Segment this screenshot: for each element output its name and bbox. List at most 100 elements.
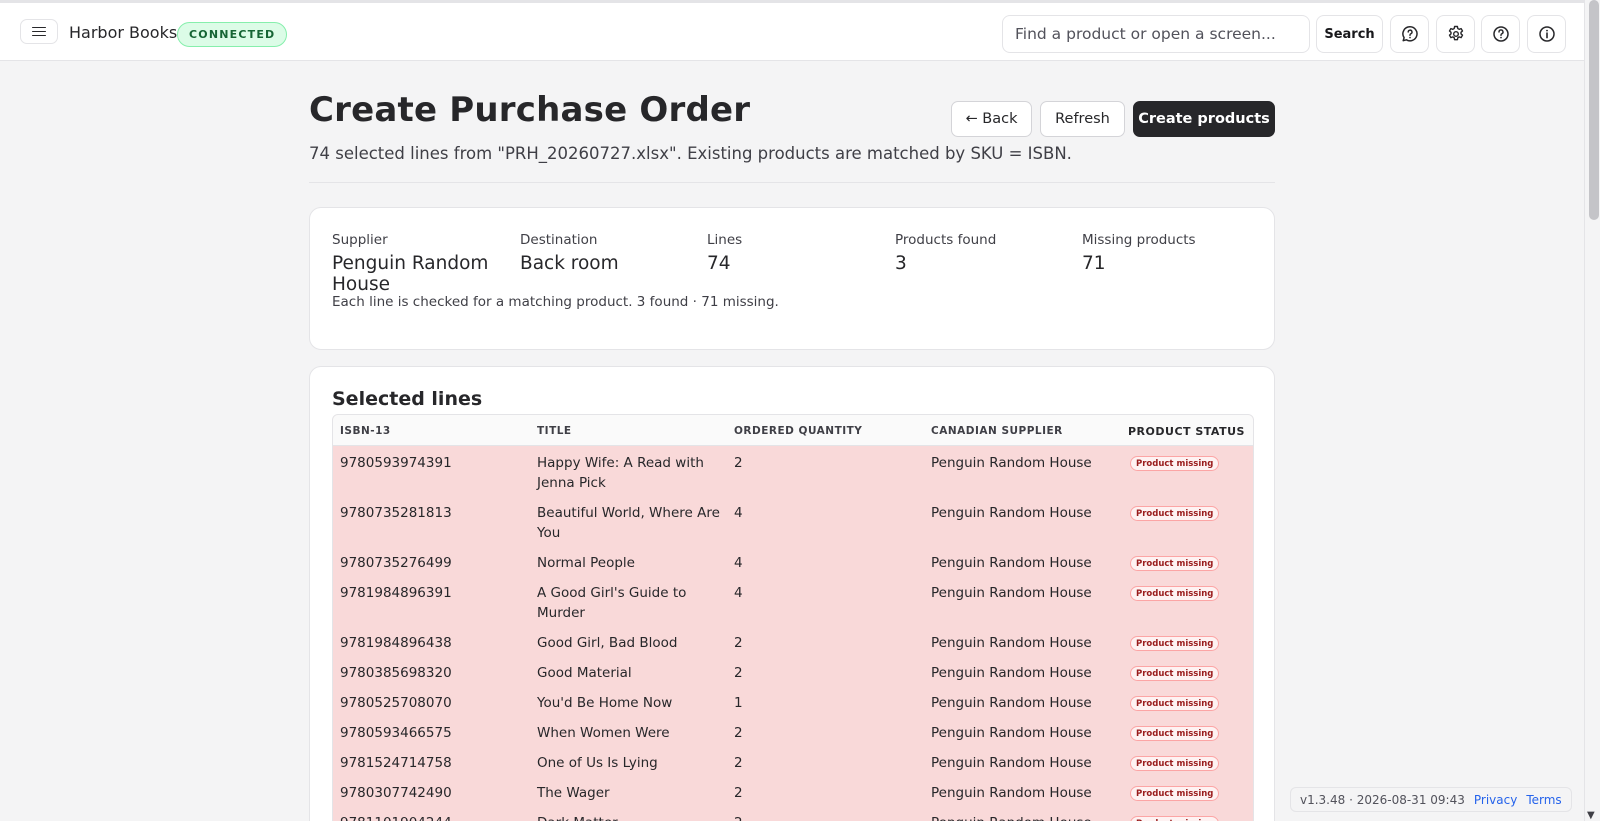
title-cell: Beautiful World, Where Are You — [537, 505, 720, 541]
title-cell: You'd Be Home Now — [537, 695, 673, 711]
isbn-cell: 9780307742490 — [340, 785, 452, 801]
settings-button[interactable] — [1436, 15, 1475, 53]
column-header-isbn[interactable]: ISBN-13 — [340, 425, 391, 437]
supplier-cell: Penguin Random House — [931, 695, 1092, 711]
terms-link[interactable]: Terms — [1526, 793, 1561, 807]
table-row[interactable]: 9780593974391 Happy Wife: A Read with Jen… — [333, 446, 1253, 496]
found-value: 3 — [895, 253, 907, 274]
product-missing-badge: Product missing — [1130, 816, 1220, 821]
help-button[interactable] — [1481, 15, 1520, 53]
title-cell: Good Material — [537, 665, 632, 681]
brand-name: Harbor Books — [69, 23, 178, 42]
create-products-button[interactable]: Create products — [1133, 101, 1275, 137]
selected-lines-table: ISBN-13 TITLE ORDERED QUANTITY CANADIAN … — [332, 414, 1254, 821]
ordered-quantity-cell: 2 — [734, 785, 743, 801]
product-missing-badge: Product missing — [1130, 756, 1220, 771]
supplier-cell: Penguin Random House — [931, 725, 1092, 741]
supplier-stat: Supplier Penguin Random House — [332, 232, 492, 295]
isbn-cell: 9780735276499 — [340, 555, 452, 571]
search-button[interactable]: Search — [1316, 15, 1383, 53]
scrollbar-thumb[interactable] — [1589, 0, 1599, 220]
version-info: v1.3.48 · 2026-08-31 09:43 — [1300, 792, 1465, 807]
title-cell: Happy Wife: A Read with Jenna Pick — [537, 455, 704, 491]
privacy-link[interactable]: Privacy — [1474, 793, 1517, 807]
product-missing-badge: Product missing — [1130, 786, 1220, 801]
ordered-quantity-cell: 2 — [734, 665, 743, 681]
supplier-cell: Penguin Random House — [931, 785, 1092, 801]
supplier-cell: Penguin Random House — [931, 755, 1092, 771]
table-row[interactable]: 9781984896438 Good Girl, Bad Blood 2 Pengui… — [333, 626, 1253, 656]
missing-value: 71 — [1082, 253, 1106, 274]
ordered-quantity-cell: 4 — [734, 585, 743, 601]
refresh-button[interactable]: Refresh — [1040, 101, 1125, 137]
product-missing-badge: Product missing — [1130, 726, 1220, 741]
page-title: Create Purchase Order — [309, 90, 751, 130]
column-header-product-status[interactable]: PRODUCT STATUS — [1128, 425, 1245, 438]
title-cell: Dark Matter — [537, 813, 727, 821]
menu-button[interactable] — [20, 19, 58, 44]
isbn-cell: 9780735281813 — [340, 505, 452, 521]
ordered-quantity-cell: 4 — [734, 505, 743, 521]
table-row[interactable]: 9780735276499 Normal People 4 Penguin Rando… — [333, 546, 1253, 576]
feedback-icon — [1401, 26, 1418, 42]
help-icon — [1492, 26, 1509, 42]
hamburger-icon — [32, 26, 46, 37]
table-row[interactable]: 9780525708070 You'd Be Home Now 1 Penguin R… — [333, 686, 1253, 716]
app-footer: v1.3.48 · 2026-08-31 09:43 Privacy Terms — [1290, 787, 1572, 812]
isbn-cell: 9780593466575 — [340, 725, 452, 741]
header-divider — [309, 182, 1275, 183]
ordered-quantity-cell: 2 — [734, 455, 743, 471]
table-row[interactable]: 9780307742490 The Wager 2 Penguin Random Ho… — [333, 776, 1253, 806]
supplier-cell: Penguin Random House — [931, 665, 1092, 681]
scroll-down-arrow-icon[interactable]: ▼ — [1587, 810, 1595, 821]
table-row[interactable]: 9781101904244 Dark Matter 2 Penguin Random … — [333, 806, 1253, 821]
isbn-cell: 9781101904244 — [340, 813, 452, 821]
product-missing-badge: Product missing — [1130, 666, 1220, 681]
ordered-quantity-cell: 4 — [734, 555, 743, 571]
title-cell: The Wager — [537, 785, 610, 801]
search-input[interactable] — [1002, 15, 1310, 53]
selected-lines-heading: Selected lines — [332, 388, 483, 410]
found-label: Products found — [895, 232, 997, 248]
destination-label: Destination — [520, 232, 598, 248]
column-header-ordered-quantity[interactable]: ORDERED QUANTITY — [734, 425, 862, 437]
supplier-cell: Penguin Random House — [931, 635, 1092, 651]
product-missing-badge: Product missing — [1130, 456, 1220, 471]
table-row[interactable]: 9780593466575When Women Were Dragons2Pen… — [333, 716, 1253, 761]
gear-icon — [1448, 25, 1463, 41]
column-header-title[interactable]: TITLE — [537, 425, 572, 437]
table-row[interactable]: 9780385698320 Good Material 2 Penguin Rando… — [333, 656, 1253, 686]
feedback-button[interactable] — [1390, 15, 1429, 53]
table-row[interactable]: 9780735281813 Beautiful World, Where Are … — [333, 496, 1253, 546]
ordered-quantity-cell: 2 — [734, 755, 743, 771]
table-row[interactable]: 9781984896391 A Good Girl's Guide to Murd… — [333, 576, 1253, 626]
ordered-quantity-cell: 2 — [734, 725, 743, 741]
product-missing-badge: Product missing — [1130, 506, 1220, 521]
ordered-quantity-cell: 2 — [734, 813, 743, 821]
page-subtitle: 74 selected lines from "PRH_20260727.xls… — [309, 144, 1072, 163]
lines-value: 74 — [707, 253, 731, 274]
isbn-cell: 9781524714758 — [340, 755, 452, 771]
summary-card: Supplier Penguin Random House Destinatio… — [309, 207, 1275, 350]
connection-status-badge: CONNECTED — [177, 22, 288, 47]
back-button[interactable]: ← Back — [951, 101, 1032, 137]
missing-label: Missing products — [1082, 232, 1196, 248]
table-row[interactable]: 9781524714758 One of Us Is Lying 2 Penguin … — [333, 746, 1253, 776]
isbn-cell: 9780385698320 — [340, 665, 452, 681]
title-cell: A Good Girl's Guide to Murder — [537, 585, 687, 621]
lines-stat: Lines 74 — [707, 232, 742, 274]
supplier-cell: Penguin Random House — [931, 555, 1092, 571]
product-missing-badge: Product missing — [1130, 696, 1220, 711]
supplier-value: Penguin Random House — [332, 253, 489, 295]
isbn-cell: 9781984896438 — [340, 635, 452, 651]
title-cell: Normal People — [537, 555, 635, 571]
product-missing-badge: Product missing — [1130, 586, 1220, 601]
product-missing-badge: Product missing — [1130, 556, 1220, 571]
summary-note: Each line is checked for a matching prod… — [332, 294, 779, 310]
info-button[interactable] — [1527, 15, 1566, 53]
info-icon — [1538, 26, 1555, 42]
title-cell: One of Us Is Lying — [537, 755, 658, 771]
destination-value: Back room — [520, 253, 619, 274]
column-header-canadian-supplier[interactable]: CANADIAN SUPPLIER — [931, 425, 1063, 437]
lines-label: Lines — [707, 232, 743, 248]
